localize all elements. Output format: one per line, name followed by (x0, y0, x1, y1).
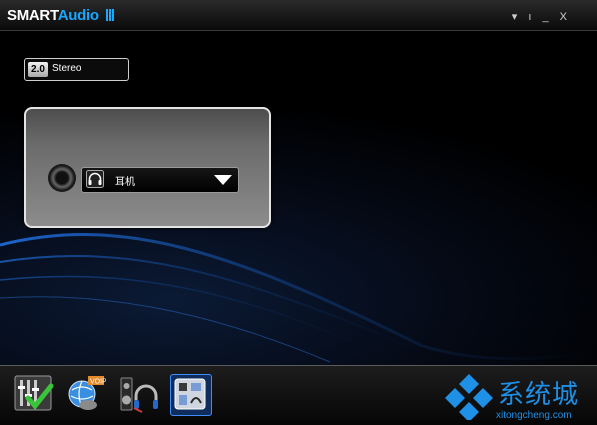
menu-arrow-button[interactable]: ▾ (512, 11, 522, 23)
audio-jack-icon (48, 164, 76, 192)
close-button[interactable]: X (560, 11, 571, 23)
minimize-button[interactable]: _ (542, 11, 552, 23)
audio-director-icon[interactable] (170, 374, 212, 416)
speaker-headphone-icon[interactable] (118, 374, 158, 414)
brand-smart: SMART (7, 7, 58, 24)
output-device-panel: 耳机 (24, 107, 271, 228)
window-controls: ▾ ı _ X (512, 10, 571, 23)
watermark-text: 系统城 (498, 380, 580, 410)
selected-device-label: 耳机 (115, 177, 135, 188)
svg-text:VOIP: VOIP (90, 379, 106, 386)
brand-audio: Audio (57, 7, 99, 24)
app-logo: SMARTAudio (7, 7, 115, 25)
dropdown-arrow-icon[interactable] (214, 175, 232, 185)
info-button[interactable]: ı (528, 11, 535, 23)
speaker-config-label: Stereo (52, 63, 82, 74)
output-device-dropdown[interactable]: 耳机 (81, 167, 239, 193)
equalizer-check-icon[interactable] (14, 374, 54, 414)
headphone-icon (86, 170, 104, 188)
channel-badge: 2.0 (28, 62, 48, 77)
site-watermark: 系统城 xitongcheng.com (444, 370, 594, 422)
smartaudio-window: SMARTAudio ▾ ı _ X 2.0 Stereo 耳机 VOIP 系统… (0, 0, 597, 425)
watermark-url: xitongcheng.com (496, 410, 572, 421)
title-bar[interactable]: SMARTAudio ▾ ı _ X (0, 0, 597, 31)
watermark-logo-icon (445, 374, 493, 420)
speaker-config-box[interactable]: 2.0 Stereo (24, 58, 129, 81)
voip-globe-icon[interactable]: VOIP (66, 374, 106, 414)
level-bars-icon (105, 8, 115, 25)
